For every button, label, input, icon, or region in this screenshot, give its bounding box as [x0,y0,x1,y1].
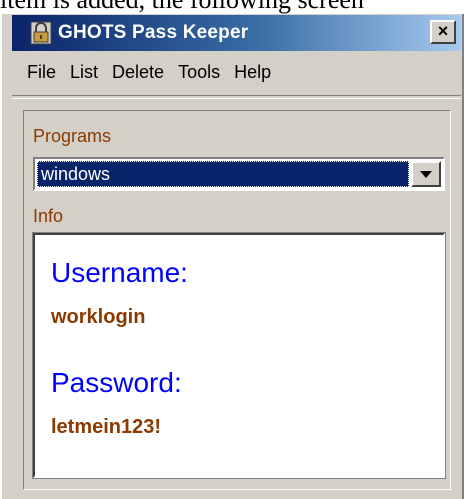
username-value: worklogin [51,306,146,328]
programs-select[interactable]: windows [33,157,445,191]
menu-bar: File List Delete Tools Help [12,53,461,91]
programs-label: Programs [33,126,112,146]
chevron-down-icon[interactable] [411,161,441,187]
programs-selected-value[interactable]: windows [37,161,409,187]
password-value: letmein123! [51,416,162,438]
close-icon: × [437,21,449,41]
password-label: Password: [51,367,182,398]
menu-divider [12,95,461,99]
close-button[interactable]: × [430,20,456,44]
menu-tools[interactable]: Tools [171,57,227,87]
window-title: GHOTS Pass Keeper [58,22,249,43]
username-label: Username: [51,257,188,288]
info-panel: Username: worklogin Password: letmein123… [32,232,446,479]
menu-delete[interactable]: Delete [105,57,171,87]
menu-file[interactable]: File [12,57,63,87]
lock-icon [30,21,52,45]
info-label: Info [33,206,64,226]
window-edge [0,14,2,499]
document-text-fragment: item is added, the following screen [0,0,464,14]
menu-help[interactable]: Help [227,57,278,87]
menu-list[interactable]: List [63,57,105,87]
title-bar[interactable]: GHOTS Pass Keeper × [12,15,461,51]
